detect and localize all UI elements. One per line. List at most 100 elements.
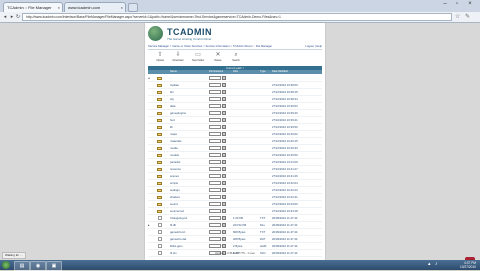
file-row[interactable]: gameplugins 27/10/2010 16:39:40 — [148, 110, 322, 117]
file-name-link[interactable]: .. — [170, 75, 172, 81]
file-name-link[interactable]: resource — [170, 166, 181, 172]
tab-tcadmin-site[interactable]: www.tcadmin.com × — [64, 2, 126, 12]
permissions-field[interactable] — [209, 76, 221, 80]
search-button[interactable]: ⌕ Search — [230, 52, 242, 64]
permissions-field[interactable] — [209, 160, 221, 164]
delete-button[interactable]: ✕ Delete — [212, 52, 224, 64]
permissions-field[interactable] — [209, 216, 221, 220]
edit-permissions-button[interactable] — [222, 195, 226, 199]
permissions-field[interactable] — [209, 132, 221, 136]
file-name-link[interactable]: sound — [170, 201, 178, 207]
breadcrumb-path[interactable]: Service Manager > Game or Voice Services… — [148, 44, 272, 48]
permissions-field[interactable] — [209, 209, 221, 213]
permissions-field[interactable] — [209, 202, 221, 206]
col-permissions[interactable]: Permissions — [209, 70, 223, 74]
file-name-link[interactable]: cfg — [170, 96, 174, 102]
edit-permissions-button[interactable] — [222, 125, 226, 129]
edit-permissions-button[interactable] — [222, 83, 226, 87]
file-name-link[interactable]: gameinfo.txt — [170, 229, 185, 235]
file-row[interactable]: ◂.. — [148, 75, 322, 82]
file-row[interactable]: hud 27/10/2010 16:39:41 — [148, 117, 322, 124]
download-button[interactable]: ⇩ Download — [172, 52, 184, 64]
file-name-link[interactable]: shaders — [170, 194, 180, 200]
edit-permissions-button[interactable] — [222, 188, 226, 192]
permissions-field[interactable] — [209, 167, 221, 171]
back-icon[interactable]: ◂ — [2, 14, 8, 20]
file-row[interactable]: media 27/10/2010 16:40:33 — [148, 145, 322, 152]
minimize-button[interactable]: – — [440, 1, 450, 8]
start-orb-icon[interactable] — [2, 261, 10, 269]
edit-permissions-button[interactable] — [222, 97, 226, 101]
file-name-link[interactable]: Changelog.txt — [170, 215, 187, 221]
file-name-link[interactable]: sourcemod — [170, 208, 184, 214]
edit-permissions-button[interactable] — [222, 153, 226, 157]
permissions-field[interactable] — [209, 237, 221, 241]
file-row[interactable]: sourcemod 27/10/2010 16:43:18 — [148, 208, 322, 215]
permissions-field[interactable] — [209, 97, 221, 101]
file-row[interactable]: Changelog.txt 1.00 KB TXT 20/09/2010 11:47:… — [148, 215, 322, 222]
file-row[interactable]: lib 27/10/2010 16:39:50 — [148, 124, 322, 131]
permissions-field[interactable] — [209, 230, 221, 234]
file-name-link[interactable]: maps — [170, 131, 177, 137]
wrench-icon[interactable]: ✎ — [465, 13, 470, 20]
file-name-link[interactable]: lib — [170, 124, 173, 130]
file-row[interactable]: data 27/10/2010 16:39:03 — [148, 103, 322, 110]
edit-permissions-button[interactable] — [222, 167, 226, 171]
edit-permissions-button[interactable] — [222, 132, 226, 136]
file-name-link[interactable]: models — [170, 152, 179, 158]
file-name-link[interactable]: hl.dll — [170, 222, 176, 228]
file-name-link[interactable]: particles — [170, 159, 180, 165]
file-row[interactable]: scenes 27/10/2010 16:41:46 — [148, 173, 322, 180]
new-folder-button[interactable]: ▭ New Folder — [192, 52, 204, 64]
col-date[interactable]: Date Modified — [272, 70, 288, 74]
edit-permissions-button[interactable] — [222, 223, 226, 227]
logout-help-links[interactable]: Logout | Help — [305, 44, 322, 48]
file-name-link[interactable]: settings — [170, 187, 180, 193]
file-name-link[interactable]: materials — [170, 138, 181, 144]
edit-permissions-button[interactable] — [222, 202, 226, 206]
permissions-field[interactable] — [209, 223, 221, 227]
permissions-field[interactable] — [209, 125, 221, 129]
edit-permissions-button[interactable] — [222, 244, 226, 248]
edit-permissions-button[interactable] — [222, 160, 226, 164]
tab-file-manager[interactable]: TCAdmin :: File Manager × — [3, 2, 63, 12]
file-name-link[interactable]: Update — [170, 82, 179, 88]
permissions-field[interactable] — [209, 174, 221, 178]
file-row[interactable]: Update 27/10/2010 16:38:00 — [148, 82, 322, 89]
file-row[interactable]: resource 27/10/2010 16:41:27 — [148, 166, 322, 173]
file-name-link[interactable]: gameinfo.dat — [170, 236, 186, 242]
col-type[interactable]: Type — [260, 70, 266, 74]
permissions-field[interactable] — [209, 90, 221, 94]
permissions-field[interactable] — [209, 195, 221, 199]
address-input[interactable]: http://www.tcadmin.com/Interface/Base/Fi… — [22, 13, 452, 21]
upload-button[interactable]: ⇧ Upload — [154, 52, 166, 64]
col-size[interactable]: Size — [233, 70, 238, 74]
file-row[interactable]: liblist.gam 2 Bytes GAM 20/09/2010 11:47:44 — [148, 243, 322, 250]
new-tab-button[interactable] — [128, 3, 138, 12]
file-row[interactable]: gameinfo.txt 608 Bytes TXT 20/09/2010 11:47… — [148, 229, 322, 236]
edit-permissions-button[interactable] — [222, 139, 226, 143]
file-name-link[interactable]: media — [170, 145, 178, 151]
close-tab-icon[interactable]: × — [58, 3, 60, 12]
file-row[interactable]: ▸ hl.dll 223.52 KB DLL 20/09/2010 11:47:44 — [148, 222, 322, 229]
file-name-link[interactable]: liblist.gam — [170, 243, 182, 249]
edit-permissions-button[interactable] — [222, 174, 226, 178]
file-name-link[interactable]: data — [170, 103, 175, 109]
permissions-field[interactable] — [209, 181, 221, 185]
volume-icon[interactable]: ♪ — [435, 262, 440, 267]
edit-permissions-button[interactable] — [222, 209, 226, 213]
file-name-link[interactable]: scripts — [170, 180, 178, 186]
permissions-field[interactable] — [209, 188, 221, 192]
edit-permissions-button[interactable] — [222, 76, 226, 80]
file-row[interactable]: scripts 27/10/2010 16:42:04 — [148, 180, 322, 187]
file-name-link[interactable]: bin — [170, 89, 174, 95]
permissions-field[interactable] — [209, 153, 221, 157]
edit-permissions-button[interactable] — [222, 90, 226, 94]
file-row[interactable]: materials 27/10/2010 16:40:15 — [148, 138, 322, 145]
file-row[interactable]: cfg 27/10/2010 16:38:34 — [148, 96, 322, 103]
permissions-field[interactable] — [209, 139, 221, 143]
file-row[interactable]: maps 27/10/2010 16:40:02 — [148, 131, 322, 138]
file-name-link[interactable]: hud — [170, 117, 175, 123]
permissions-field[interactable] — [209, 104, 221, 108]
reload-icon[interactable]: ↻ — [15, 14, 21, 20]
